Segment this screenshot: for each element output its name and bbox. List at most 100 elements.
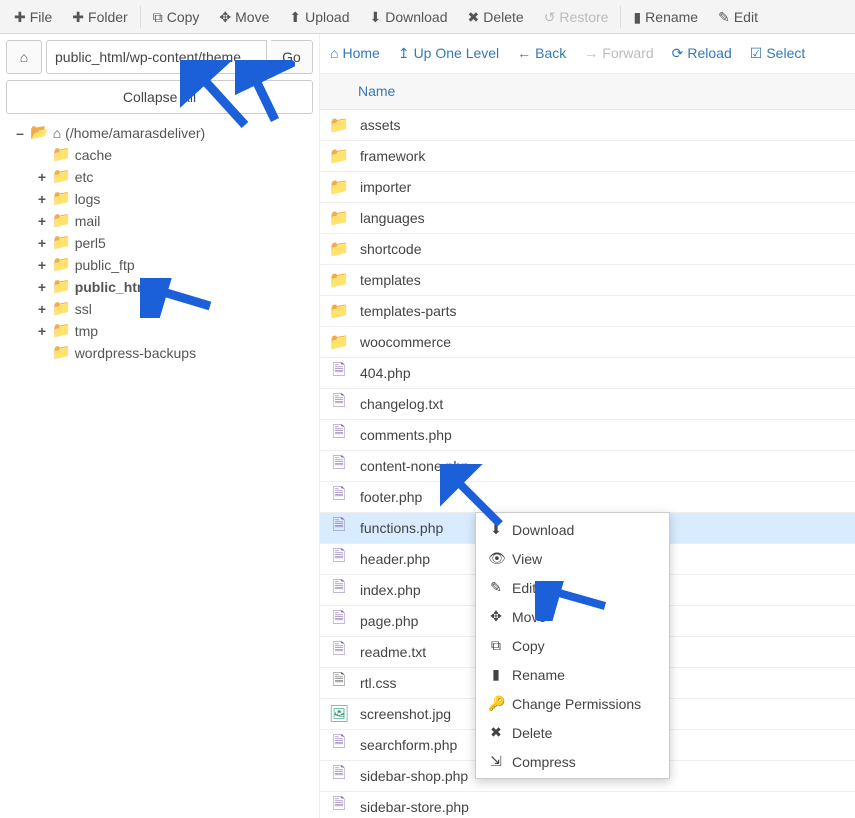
- nav-up-button[interactable]: ↥Up One Level: [398, 45, 499, 62]
- file-row[interactable]: 🗎comments.php: [320, 420, 855, 451]
- folder-icon: 📁: [328, 208, 350, 228]
- rename-icon: ▮: [488, 666, 504, 683]
- nav-forward-button[interactable]: →Forward: [584, 45, 653, 61]
- file-button[interactable]: ✚File: [4, 0, 62, 34]
- tree-item-public_html[interactable]: +📁public_html: [36, 276, 313, 298]
- file-row[interactable]: 🗎content-none.php: [320, 451, 855, 482]
- tree-item-label: perl5: [75, 232, 106, 254]
- ctx-download[interactable]: ⬇Download: [476, 515, 669, 544]
- nav-select-button[interactable]: ☑Select: [750, 45, 805, 62]
- file-row[interactable]: 📁 languages: [320, 203, 855, 234]
- file-row[interactable]: 📁templates: [320, 265, 855, 296]
- eye-icon: 👁: [488, 550, 504, 567]
- rename-button[interactable]: ▮Rename: [623, 0, 708, 34]
- toggle-icon[interactable]: +: [36, 232, 48, 254]
- folder-icon: 📁: [52, 298, 71, 320]
- file-row[interactable]: 🗎404.php: [320, 358, 855, 389]
- home-icon: ⌂: [20, 49, 28, 65]
- toggle-icon[interactable]: +: [36, 166, 48, 188]
- file-name: woocommerce: [360, 334, 451, 350]
- toggle-icon[interactable]: +: [36, 254, 48, 276]
- go-button[interactable]: Go: [271, 40, 313, 74]
- ctx-delete-label: Delete: [512, 725, 552, 741]
- toggle-icon[interactable]: +: [36, 188, 48, 210]
- folder-icon: 📁: [328, 270, 350, 290]
- toggle-icon[interactable]: [36, 342, 48, 364]
- tree-item-mail[interactable]: +📁mail: [36, 210, 313, 232]
- file-icon: 🗎: [328, 731, 350, 758]
- file-name: sidebar-shop.php: [360, 768, 468, 784]
- upload-button[interactable]: ⬆Upload: [279, 0, 359, 34]
- toggle-icon[interactable]: +: [36, 320, 48, 342]
- copy-button-label: Copy: [167, 9, 200, 25]
- file-row[interactable]: 🗎footer.php: [320, 482, 855, 513]
- file-row[interactable]: 📁importer: [320, 172, 855, 203]
- toggle-icon[interactable]: +: [36, 298, 48, 320]
- collapse-all-button[interactable]: Collapse All: [6, 80, 313, 114]
- nav-back-button[interactable]: ←Back: [517, 45, 566, 61]
- toggle-icon[interactable]: –: [14, 122, 26, 144]
- edit-button[interactable]: ✎Edit: [708, 0, 768, 34]
- home-icon: ⌂: [53, 122, 61, 144]
- toggle-icon[interactable]: +: [36, 210, 48, 232]
- ctx-compress[interactable]: ⇲Compress: [476, 747, 669, 776]
- delete-button[interactable]: ✖Delete: [457, 0, 533, 34]
- restore-button[interactable]: ↺Restore: [534, 0, 619, 34]
- download-button[interactable]: ⬇Download: [359, 0, 457, 34]
- file-name: rtl.css: [360, 675, 397, 691]
- ctx-permissions[interactable]: 🔑Change Permissions: [476, 689, 669, 718]
- file-row[interactable]: 🗎sidebar-store.php: [320, 792, 855, 818]
- ctx-rename[interactable]: ▮Rename: [476, 660, 669, 689]
- file-row[interactable]: 📁 framework: [320, 141, 855, 172]
- back-icon: ←: [517, 45, 531, 61]
- file-name: languages: [360, 210, 425, 226]
- toggle-icon[interactable]: +: [36, 276, 48, 298]
- file-name: 404.php: [360, 365, 411, 381]
- file-row[interactable]: 📁shortcode: [320, 234, 855, 265]
- folder-icon: 📁: [52, 210, 71, 232]
- file-icon: 🗎: [328, 483, 350, 510]
- nav-select-label: Select: [766, 45, 805, 61]
- tree-item-public_ftp[interactable]: +📁public_ftp: [36, 254, 313, 276]
- nav-reload-button[interactable]: ⟳Reload: [672, 45, 732, 62]
- move-button[interactable]: ✥Move: [209, 0, 279, 34]
- tree-item-label: tmp: [75, 320, 98, 342]
- nav-forward-label: Forward: [602, 45, 653, 61]
- plus-icon: ✚: [14, 10, 26, 24]
- tree-item-cache[interactable]: 📁cache: [36, 144, 313, 166]
- file-name: framework: [360, 148, 425, 164]
- ctx-view[interactable]: 👁View: [476, 544, 669, 573]
- folder-icon: 📁: [328, 146, 350, 166]
- copy-button[interactable]: ⧉Copy: [143, 0, 210, 34]
- tree-item-logs[interactable]: +📁logs: [36, 188, 313, 210]
- tree-item-perl5[interactable]: +📁perl5: [36, 232, 313, 254]
- folder-icon: 📁: [328, 332, 350, 352]
- file-row[interactable]: 📁assets: [320, 110, 855, 141]
- name-column-header[interactable]: Name: [358, 83, 395, 99]
- folder-button[interactable]: ✚Folder: [62, 0, 137, 34]
- nav-home-button[interactable]: ⌂Home: [330, 45, 380, 61]
- toggle-icon[interactable]: [36, 144, 48, 166]
- tree-item-wordpress-backups[interactable]: 📁wordpress-backups: [36, 342, 313, 364]
- tree-item-etc[interactable]: +📁etc: [36, 166, 313, 188]
- file-row[interactable]: 📁 woocommerce: [320, 327, 855, 358]
- ctx-move[interactable]: ✥Move: [476, 602, 669, 631]
- ctx-delete[interactable]: ✖Delete: [476, 718, 669, 747]
- tree-item-tmp[interactable]: +📁tmp: [36, 320, 313, 342]
- file-icon: 🗎: [328, 576, 350, 603]
- home-path-button[interactable]: ⌂: [6, 40, 42, 74]
- check-icon: ☑: [750, 45, 763, 62]
- file-row[interactable]: 📁templates-parts: [320, 296, 855, 327]
- file-icon: 🗎: [328, 421, 350, 448]
- separator: [140, 6, 141, 28]
- tree-root[interactable]: – 📂 ⌂ (/home/amarasdeliver): [14, 122, 313, 144]
- file-name: importer: [360, 179, 411, 195]
- ctx-edit[interactable]: ✎Edit: [476, 573, 669, 602]
- tree-item-ssl[interactable]: +📁ssl: [36, 298, 313, 320]
- edit-button-label: Edit: [734, 9, 758, 25]
- path-input[interactable]: [46, 40, 267, 74]
- ctx-copy[interactable]: ⧉Copy: [476, 631, 669, 660]
- file-icon: 🗎: [328, 669, 350, 696]
- file-row[interactable]: 🗎changelog.txt: [320, 389, 855, 420]
- file-name: readme.txt: [360, 644, 426, 660]
